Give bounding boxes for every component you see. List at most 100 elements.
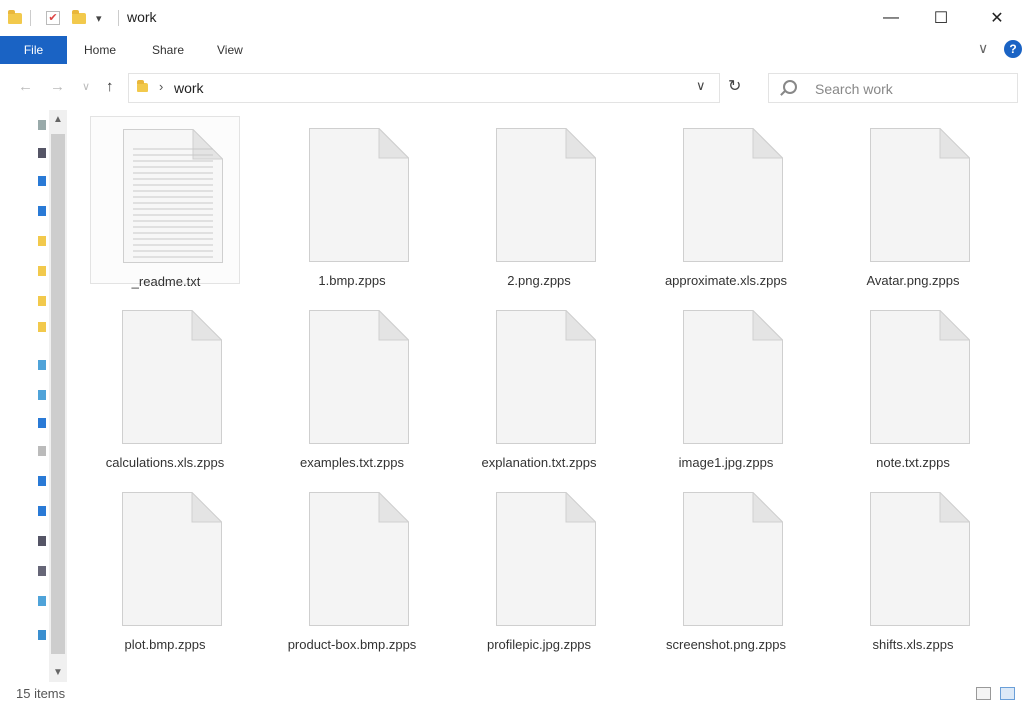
file-item[interactable]: note.txt.zpps [838, 298, 988, 470]
objects-icon[interactable] [38, 418, 46, 428]
this-pc-icon[interactable] [38, 390, 46, 400]
scroll-thumb[interactable] [51, 134, 65, 654]
file-item[interactable]: plot.bmp.zpps [90, 480, 240, 652]
window-title: work [127, 9, 157, 25]
pictures-icon[interactable] [38, 536, 46, 546]
blank-document-icon [496, 309, 597, 444]
title-bar: ✔ ▾ work — ☐ ✕ [0, 0, 1024, 36]
maximize-button[interactable]: ☐ [918, 0, 964, 36]
file-item[interactable]: calculations.xls.zpps [90, 298, 240, 470]
navigation-pane [0, 110, 46, 682]
file-name: Avatar.png.zpps [866, 273, 960, 288]
breadcrumb-work[interactable]: work [174, 80, 204, 96]
forward-icon[interactable]: → [50, 78, 65, 95]
file-name: calculations.xls.zpps [105, 455, 225, 470]
file-name: approximate.xls.zpps [664, 273, 788, 288]
address-dropdown-icon[interactable]: ∨ [696, 78, 706, 94]
desktop-icon[interactable] [38, 148, 46, 158]
blank-document-icon [309, 309, 410, 444]
qa-dropdown-icon[interactable]: ▾ [96, 9, 102, 27]
videos-icon[interactable] [38, 566, 46, 576]
file-item[interactable]: explanation.txt.zpps [464, 298, 614, 470]
ribbon: File Home Share View ∨ ? [0, 36, 1024, 65]
file-item[interactable]: profilepic.jpg.zpps [464, 480, 614, 652]
up-icon[interactable]: ↑ [106, 78, 114, 95]
file-item[interactable]: _readme.txt [90, 116, 240, 289]
tab-view[interactable]: View [217, 43, 243, 57]
folder-icon[interactable] [38, 296, 46, 306]
recent-locations-icon[interactable]: ∨ [82, 80, 90, 93]
file-item[interactable]: shifts.xls.zpps [838, 480, 988, 652]
file-name: profilepic.jpg.zpps [486, 637, 592, 652]
file-name: product-box.bmp.zpps [287, 637, 417, 652]
address-bar[interactable]: › work ∨ [128, 73, 720, 103]
close-button[interactable]: ✕ [974, 0, 1020, 36]
folder-icon[interactable] [38, 322, 46, 332]
blank-document-icon [496, 491, 597, 626]
file-item[interactable]: screenshot.png.zpps [651, 480, 801, 652]
file-item[interactable]: examples.txt.zpps [277, 298, 427, 470]
large-icons-view-icon[interactable] [1000, 687, 1015, 700]
address-row: ← → ∨ ↑ › work ∨ ↻ Search work [0, 64, 1024, 110]
downloads-icon[interactable] [38, 176, 46, 186]
blank-document-icon [683, 309, 784, 444]
sep-2 [118, 9, 119, 27]
documents-icon[interactable] [38, 206, 46, 216]
blank-document-icon [870, 491, 971, 626]
blank-document-icon [122, 491, 223, 626]
drive-icon[interactable] [38, 596, 46, 606]
file-item[interactable]: 2.png.zpps [464, 116, 614, 288]
file-name: 1.bmp.zpps [318, 273, 386, 288]
blank-document-icon [683, 491, 784, 626]
file-tab[interactable]: File [0, 36, 67, 64]
file-name: shifts.xls.zpps [872, 637, 954, 652]
folder-icon[interactable] [38, 236, 46, 246]
folder-icon [137, 80, 148, 92]
file-name: plot.bmp.zpps [124, 637, 206, 652]
search-icon [783, 80, 797, 94]
new-folder-icon[interactable] [72, 9, 86, 27]
nav-scrollbar[interactable]: ▲ ▼ [49, 110, 67, 682]
text-document-icon [123, 128, 224, 263]
tab-home[interactable]: Home [84, 43, 116, 57]
file-name: explanation.txt.zpps [481, 455, 597, 470]
details-view-icon[interactable] [976, 687, 991, 700]
search-placeholder: Search work [815, 81, 893, 97]
desktop-icon[interactable] [38, 446, 46, 456]
help-icon[interactable]: ? [1004, 40, 1022, 58]
blank-document-icon [309, 127, 410, 262]
status-bar: 15 items [0, 682, 1024, 702]
file-item[interactable]: image1.jpg.zpps [651, 298, 801, 470]
file-item[interactable]: 1.bmp.zpps [277, 116, 427, 288]
network-icon[interactable] [38, 630, 46, 640]
tab-share[interactable]: Share [152, 43, 184, 57]
file-name: note.txt.zpps [876, 455, 950, 470]
blank-document-icon [683, 127, 784, 262]
sep-1 [30, 9, 31, 27]
file-item[interactable]: product-box.bmp.zpps [277, 480, 427, 652]
blank-document-icon [870, 309, 971, 444]
file-item[interactable]: approximate.xls.zpps [651, 116, 801, 288]
properties-icon[interactable]: ✔ [46, 9, 60, 27]
search-input[interactable]: Search work [768, 73, 1018, 103]
file-name: examples.txt.zpps [299, 455, 405, 470]
back-icon[interactable]: ← [18, 78, 33, 95]
quick-access-icon[interactable] [38, 120, 46, 130]
music-icon[interactable] [38, 506, 46, 516]
blank-document-icon [122, 309, 223, 444]
file-name: screenshot.png.zpps [666, 637, 786, 652]
downloads-icon[interactable] [38, 476, 46, 486]
scroll-up-icon[interactable]: ▲ [53, 114, 63, 125]
folder-icon[interactable] [38, 266, 46, 276]
breadcrumb-separator-icon[interactable]: › [159, 79, 163, 94]
file-name: 2.png.zpps [507, 273, 571, 288]
blank-document-icon [496, 127, 597, 262]
blank-document-icon [870, 127, 971, 262]
minimize-button[interactable]: — [868, 0, 914, 36]
scroll-down-icon[interactable]: ▼ [53, 667, 63, 678]
ribbon-expand-icon[interactable]: ∨ [978, 40, 988, 57]
refresh-icon[interactable]: ↻ [728, 76, 741, 96]
onedrive-icon[interactable] [38, 360, 46, 370]
file-name: _readme.txt [131, 274, 201, 289]
file-item[interactable]: Avatar.png.zpps [838, 116, 988, 288]
